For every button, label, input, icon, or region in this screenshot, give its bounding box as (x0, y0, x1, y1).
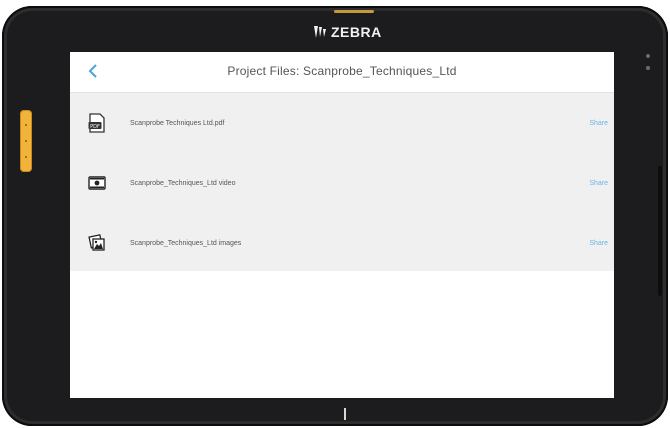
header-bar: Project Files: Scanprobe_Techniques_Ltd (70, 52, 614, 93)
top-button (334, 10, 374, 13)
list-item[interactable]: Scanprobe_Techniques_Ltd video Share (70, 153, 614, 213)
share-link[interactable]: Share (589, 180, 608, 187)
file-name: Scanprobe_Techniques_Ltd images (130, 239, 242, 247)
zebra-logo: ZEBRA (312, 24, 382, 40)
home-indicator (344, 408, 346, 420)
list-item[interactable]: Scanprobe_Techniques_Ltd images Share (70, 213, 614, 273)
list-item[interactable]: PDF Scanprobe Techniques Ltd.pdf Share (70, 93, 614, 153)
side-scan-button[interactable] (20, 110, 32, 172)
zebra-head-icon (314, 26, 326, 38)
video-file-icon (88, 176, 106, 190)
share-link[interactable]: Share (589, 120, 608, 127)
file-list: PDF Scanprobe Techniques Ltd.pdf Share S… (70, 93, 614, 271)
image-file-icon (88, 234, 105, 251)
app-screen: Project Files: Scanprobe_Techniques_Ltd … (70, 52, 614, 398)
file-name: Scanprobe Techniques Ltd.pdf (130, 119, 225, 127)
tablet-device: ZEBRA Project Files: Scanprobe_Technique… (2, 6, 668, 426)
page-title: Project Files: Scanprobe_Techniques_Ltd (227, 64, 457, 78)
brand-name: ZEBRA (331, 24, 382, 40)
camera-sensors (646, 54, 650, 78)
file-name: Scanprobe_Techniques_Ltd video (130, 179, 236, 187)
svg-text:PDF: PDF (90, 124, 100, 130)
pdf-file-icon: PDF (88, 113, 105, 133)
share-link[interactable]: Share (589, 240, 608, 247)
side-notch (658, 166, 662, 296)
